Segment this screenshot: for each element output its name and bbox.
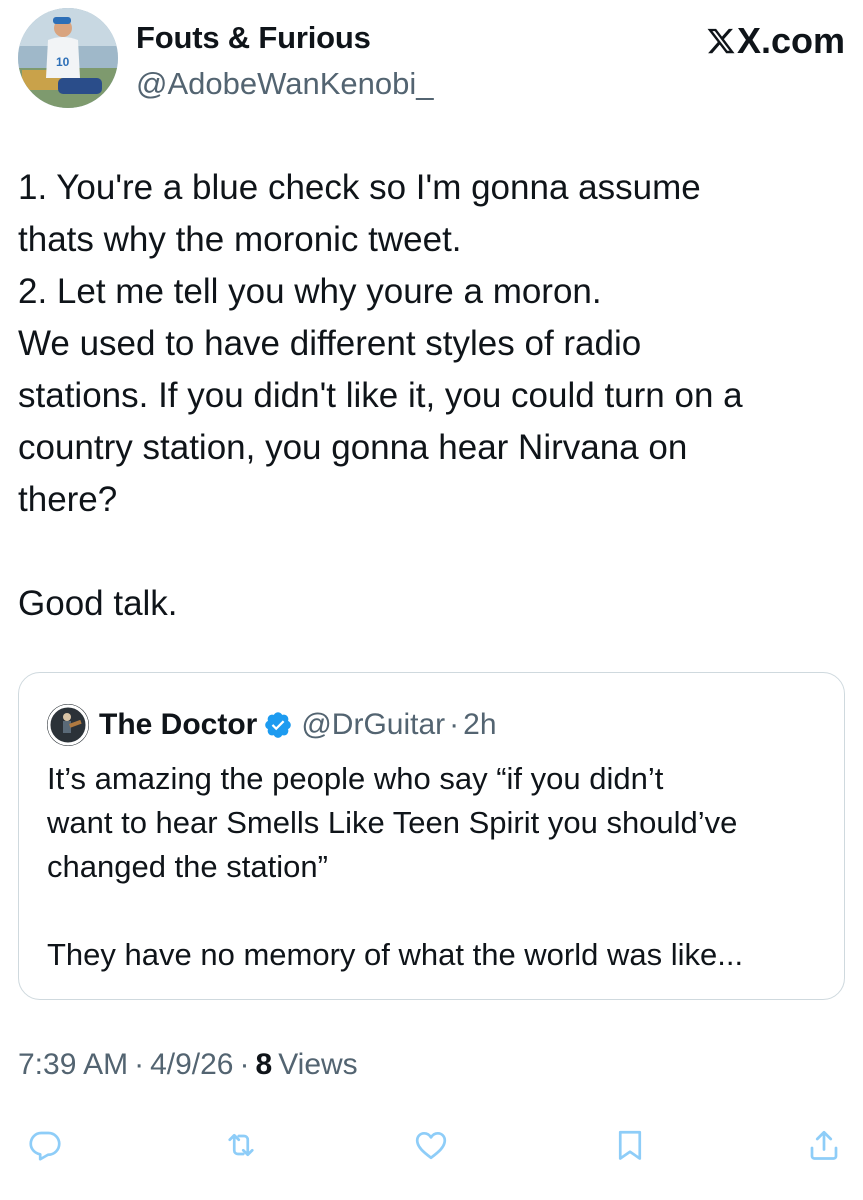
views-label: Views xyxy=(278,1048,358,1081)
bookmark-icon xyxy=(618,1130,642,1160)
x-logo-icon xyxy=(707,28,735,54)
tweet-actions-bar xyxy=(0,1120,863,1170)
retweet-button[interactable] xyxy=(216,1120,266,1170)
verified-badge-icon xyxy=(265,712,292,738)
like-button[interactable] xyxy=(406,1120,456,1170)
tweet-date[interactable]: 4/9/26 xyxy=(150,1048,233,1082)
author-handle[interactable]: @AdobeWanKenobi_ xyxy=(136,66,433,102)
heart-icon xyxy=(415,1131,447,1160)
reply-button[interactable] xyxy=(20,1120,70,1170)
quoted-tweet-card[interactable]: The Doctor @DrGuitar · 2h It’s amazing t… xyxy=(18,672,845,1000)
share-button[interactable] xyxy=(799,1120,849,1170)
meta-separator-2: · xyxy=(239,1048,250,1081)
tweet-time[interactable]: 7:39 AM xyxy=(18,1048,128,1082)
avatar-jersey-number: 10 xyxy=(56,55,70,69)
meta-separator-1: · xyxy=(134,1048,145,1081)
quoted-author-handle[interactable]: @DrGuitar xyxy=(301,708,445,742)
brand-label: X.com xyxy=(736,20,845,61)
tweet-meta: 7:39 AM · 4/9/26 · 8 Views xyxy=(18,1048,358,1082)
brand-mark: X.com xyxy=(706,20,845,62)
quoted-author-display-name[interactable]: The Doctor xyxy=(99,708,257,742)
retweet-icon xyxy=(228,1133,254,1157)
quoted-timestamp[interactable]: 2h xyxy=(463,708,496,742)
share-icon xyxy=(810,1130,838,1160)
quoted-tweet-text: It’s amazing the people who say “if you … xyxy=(47,761,744,972)
quoted-author-avatar[interactable] xyxy=(47,704,89,746)
bookmark-button[interactable] xyxy=(605,1120,655,1170)
quoted-tweet-header: The Doctor @DrGuitar · 2h xyxy=(47,703,497,747)
quoted-separator: · xyxy=(449,708,460,741)
reply-icon xyxy=(29,1131,61,1161)
tweet-text: 1. You're a blue check so I'm gonna assu… xyxy=(18,168,743,623)
author-display-name[interactable]: Fouts & Furious xyxy=(136,20,371,56)
tweet-header: 10 Fouts & Furious @AdobeWanKenobi_ X.co… xyxy=(18,8,845,108)
author-avatar[interactable]: 10 xyxy=(18,8,118,108)
views-count: 8 xyxy=(255,1048,273,1081)
